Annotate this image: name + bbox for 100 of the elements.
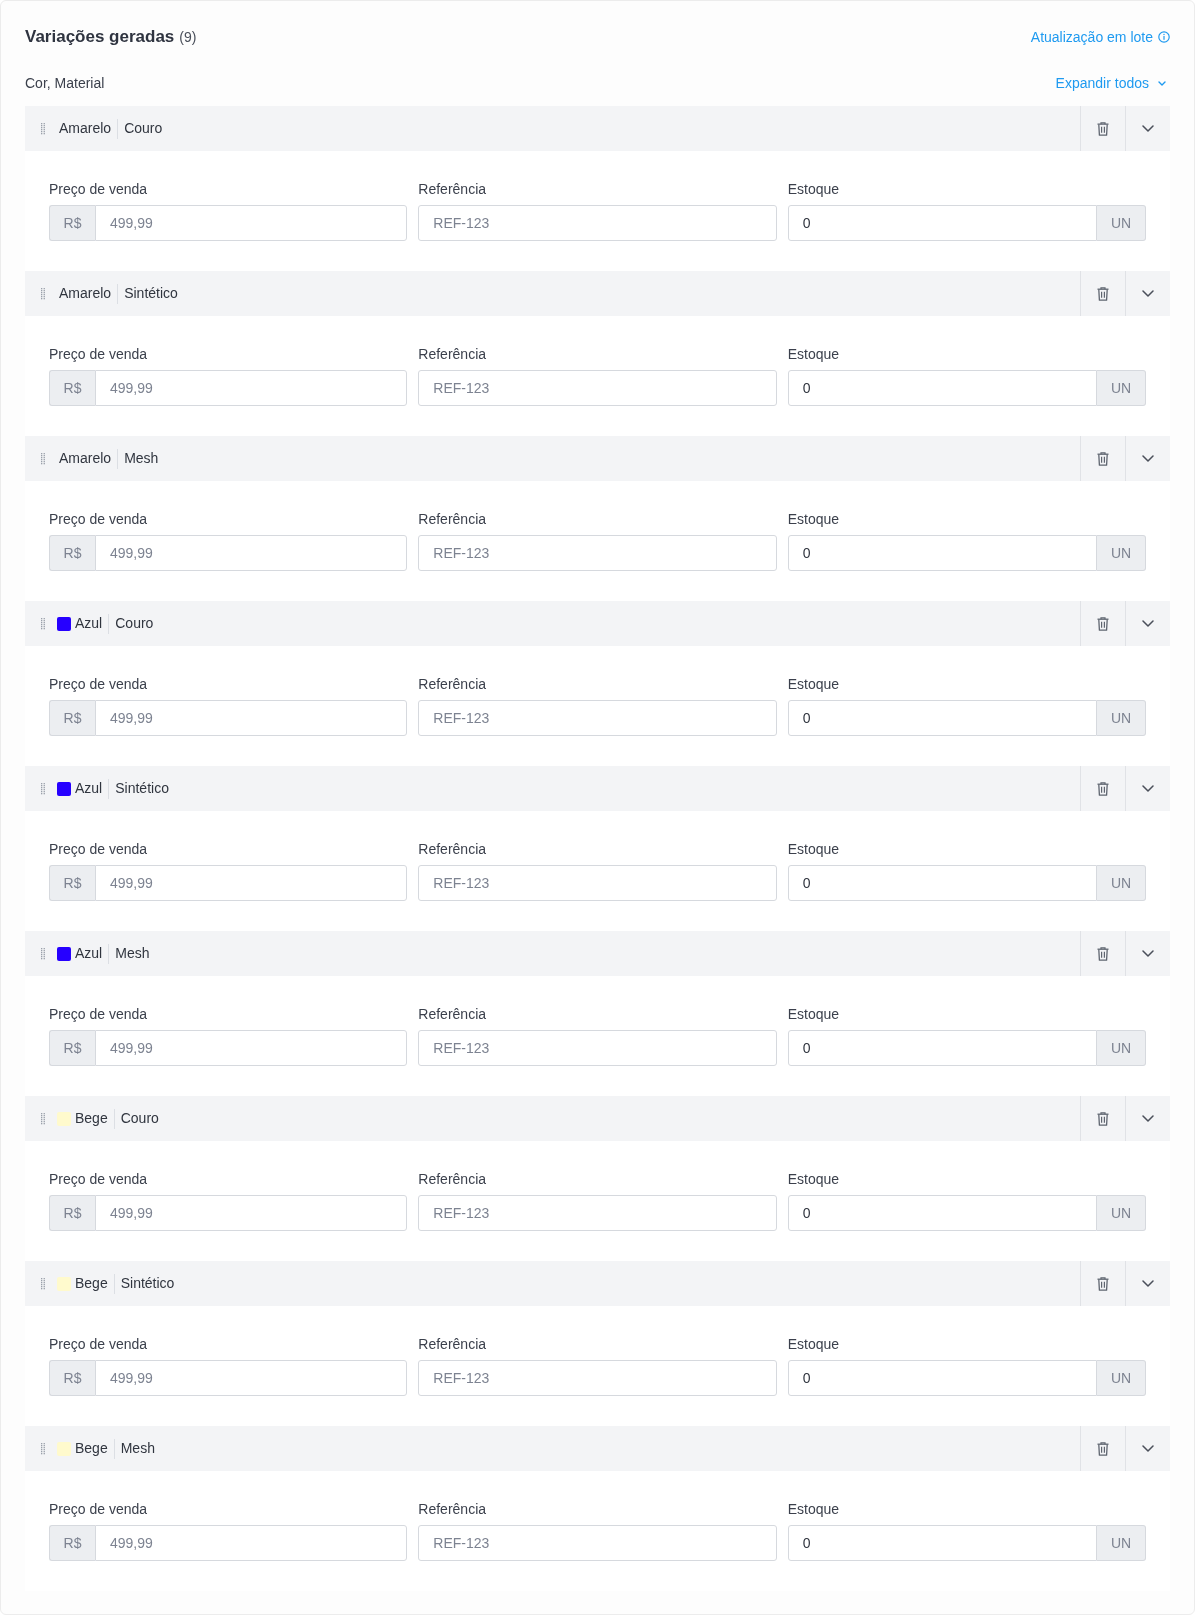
chevron-down-icon xyxy=(1158,80,1166,86)
stock-field[interactable]: 0 xyxy=(787,1360,1097,1396)
field-label: Estoque xyxy=(787,1005,841,1024)
field-label: Referência xyxy=(418,1500,488,1519)
drag-handle-icon[interactable] xyxy=(41,947,45,960)
currency-addon: R$ xyxy=(49,370,95,406)
variation-option: Azul xyxy=(75,778,103,799)
unit-addon: UN xyxy=(1097,1360,1146,1396)
drag-handle-icon[interactable] xyxy=(41,1112,45,1125)
drag-handle-icon[interactable] xyxy=(41,1277,45,1290)
reference-field[interactable]: REF-123 xyxy=(418,370,777,406)
chevron-down-icon xyxy=(1142,125,1154,132)
field-label: Referência xyxy=(418,675,488,694)
field-label: Referência xyxy=(418,1005,488,1024)
variation-option: Azul xyxy=(75,943,103,964)
variation-option: Mesh xyxy=(124,448,159,469)
trash-icon xyxy=(1097,121,1109,136)
unit-addon: UN xyxy=(1097,700,1146,736)
field-label: Referência xyxy=(418,345,488,364)
trash-icon xyxy=(1097,1441,1109,1456)
reference-field[interactable]: REF-123 xyxy=(418,1525,777,1561)
chevron-down-icon xyxy=(1142,785,1154,792)
reference-field[interactable]: REF-123 xyxy=(418,1195,777,1231)
field-label: Referência xyxy=(418,840,488,859)
stock-field[interactable]: 0 xyxy=(787,370,1097,406)
drag-handle-icon[interactable] xyxy=(41,1442,45,1455)
variation-option: Amarelo xyxy=(59,118,112,139)
price-field[interactable]: 499,99 xyxy=(95,1525,408,1561)
field-label: Preço de venda xyxy=(49,510,149,529)
stock-field[interactable]: 0 xyxy=(787,205,1097,241)
price-field[interactable]: 499,99 xyxy=(95,865,408,901)
drag-handle-icon[interactable] xyxy=(41,782,45,795)
field-label: Estoque xyxy=(787,840,841,859)
stock-field[interactable]: 0 xyxy=(787,1525,1097,1561)
field-label: Estoque xyxy=(787,1335,841,1354)
price-field[interactable]: 499,99 xyxy=(95,1195,408,1231)
unit-addon: UN xyxy=(1097,205,1146,241)
trash-icon xyxy=(1097,781,1109,796)
variation-option: Couro xyxy=(124,118,163,139)
field-label: Preço de venda xyxy=(49,1005,149,1024)
reference-field[interactable]: REF-123 xyxy=(418,1360,777,1396)
field-label: Preço de venda xyxy=(49,1335,149,1354)
drag-handle-icon[interactable] xyxy=(41,452,45,465)
variation-option: Mesh xyxy=(120,1438,155,1459)
trash-icon xyxy=(1097,451,1109,466)
variation-option: Bege xyxy=(75,1108,108,1129)
field-label: Estoque xyxy=(787,180,841,199)
trash-icon xyxy=(1097,286,1109,301)
stock-field[interactable]: 0 xyxy=(787,865,1097,901)
field-label: Referência xyxy=(418,180,488,199)
chevron-down-icon xyxy=(1142,950,1154,957)
unit-addon: UN xyxy=(1097,1525,1146,1561)
variation-option: Amarelo xyxy=(59,283,112,304)
stock-field[interactable]: 0 xyxy=(787,1030,1097,1066)
currency-addon: R$ xyxy=(49,1195,95,1231)
currency-addon: R$ xyxy=(49,865,95,901)
price-field[interactable]: 499,99 xyxy=(95,535,408,571)
chevron-down-icon xyxy=(1142,1445,1154,1452)
unit-addon: UN xyxy=(1097,865,1146,901)
variation-option: Amarelo xyxy=(59,448,112,469)
field-label: Preço de venda xyxy=(49,345,149,364)
currency-addon: R$ xyxy=(49,700,95,736)
variation-option: Azul xyxy=(75,613,103,634)
field-label: Preço de venda xyxy=(49,840,149,859)
drag-handle-icon[interactable] xyxy=(41,287,45,300)
price-field[interactable]: 499,99 xyxy=(95,1360,408,1396)
currency-addon: R$ xyxy=(49,535,95,571)
variation-option: Couro xyxy=(115,613,154,634)
reference-field[interactable]: REF-123 xyxy=(418,1030,777,1066)
field-label: Estoque xyxy=(787,675,841,694)
variation-option: Couro xyxy=(120,1108,159,1129)
attributes-label: Cor, Material xyxy=(25,73,105,93)
stock-field[interactable]: 0 xyxy=(787,700,1097,736)
price-field[interactable]: 499,99 xyxy=(95,1030,408,1066)
variation-option: Bege xyxy=(75,1438,108,1459)
trash-icon xyxy=(1097,1111,1109,1126)
currency-addon: R$ xyxy=(49,1360,95,1396)
reference-field[interactable]: REF-123 xyxy=(418,205,777,241)
field-label: Preço de venda xyxy=(49,180,149,199)
currency-addon: R$ xyxy=(49,205,95,241)
stock-field[interactable]: 0 xyxy=(787,1195,1097,1231)
unit-addon: UN xyxy=(1097,1030,1146,1066)
price-field[interactable]: 499,99 xyxy=(95,205,408,241)
currency-addon: R$ xyxy=(49,1525,95,1561)
stock-field[interactable]: 0 xyxy=(787,535,1097,571)
field-label: Preço de venda xyxy=(49,1500,149,1519)
field-label: Referência xyxy=(418,1170,488,1189)
price-field[interactable]: 499,99 xyxy=(95,700,408,736)
reference-field[interactable]: REF-123 xyxy=(418,535,777,571)
variation-option: Sintético xyxy=(120,1273,175,1294)
variation-option: Sintético xyxy=(115,778,169,799)
reference-field[interactable]: REF-123 xyxy=(418,700,777,736)
field-label: Estoque xyxy=(787,345,841,364)
unit-addon: UN xyxy=(1097,535,1146,571)
price-field[interactable]: 499,99 xyxy=(95,370,408,406)
drag-handle-icon[interactable] xyxy=(41,122,45,135)
reference-field[interactable]: REF-123 xyxy=(418,865,777,901)
drag-handle-icon[interactable] xyxy=(41,617,45,630)
info-icon xyxy=(1158,31,1170,43)
field-label: Estoque xyxy=(787,1170,841,1189)
